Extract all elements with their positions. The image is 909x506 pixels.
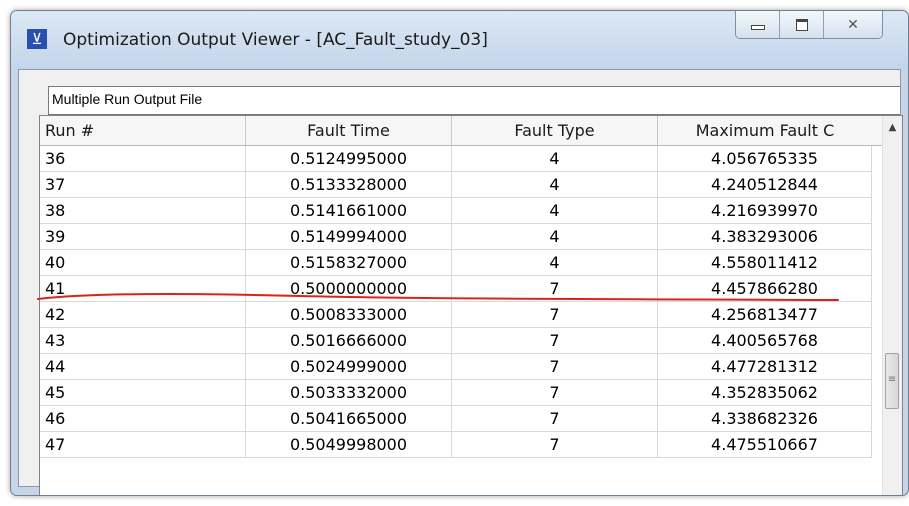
cell-fault-time[interactable]: 0.5008333000 <box>246 302 452 328</box>
cell-max-fault-current[interactable]: 4.400565768 <box>658 328 872 354</box>
cell-max-fault-current[interactable]: 4.477281312 <box>658 354 872 380</box>
table-row[interactable]: 36 0.5124995000 4 4.056765335 <box>40 146 872 172</box>
maximize-button[interactable] <box>780 11 824 38</box>
cell-fault-time[interactable]: 0.5124995000 <box>246 146 452 172</box>
close-button[interactable]: ✕ <box>824 11 882 38</box>
results-table[interactable]: Run # Fault Time Fault Type Maximum Faul… <box>39 115 903 495</box>
scroll-thumb[interactable]: ≡ <box>885 353 899 409</box>
cell-max-fault-current[interactable]: 4.475510667 <box>658 432 872 458</box>
cell-fault-time[interactable]: 0.5149994000 <box>246 224 452 250</box>
output-file-field[interactable]: Multiple Run Output File <box>48 86 900 115</box>
table-row[interactable]: 43 0.5016666000 7 4.400565768 <box>40 328 872 354</box>
table-row[interactable]: 37 0.5133328000 4 4.240512844 <box>40 172 872 198</box>
cell-fault-time[interactable]: 0.5016666000 <box>246 328 452 354</box>
app-icon[interactable]: ⊻ <box>27 29 47 49</box>
vertical-scrollbar[interactable]: ▲ ≡ ▼ <box>882 116 902 495</box>
cell-run[interactable]: 43 <box>40 328 246 354</box>
cell-max-fault-current[interactable]: 4.240512844 <box>658 172 872 198</box>
cell-fault-time[interactable]: 0.5158327000 <box>246 250 452 276</box>
cell-run[interactable]: 36 <box>40 146 246 172</box>
table-row[interactable]: 44 0.5024999000 7 4.477281312 <box>40 354 872 380</box>
column-header-max-fault-current[interactable]: Maximum Fault C <box>658 116 872 145</box>
minimize-icon <box>750 25 765 30</box>
cell-fault-type[interactable]: 7 <box>452 354 658 380</box>
minimize-button[interactable] <box>736 11 780 38</box>
cell-fault-time[interactable]: 0.5000000000 <box>246 276 452 302</box>
cell-run[interactable]: 46 <box>40 406 246 432</box>
table-row[interactable]: 40 0.5158327000 4 4.558011412 <box>40 250 872 276</box>
output-file-label: Multiple Run Output File <box>52 91 203 107</box>
table-row[interactable]: 45 0.5033332000 7 4.352835062 <box>40 380 872 406</box>
cell-run[interactable]: 45 <box>40 380 246 406</box>
cell-fault-time[interactable]: 0.5049998000 <box>246 432 452 458</box>
window-controls: ✕ <box>735 11 883 39</box>
cell-run[interactable]: 40 <box>40 250 246 276</box>
app-window: ⊻ Optimization Output Viewer - [AC_Fault… <box>10 10 909 496</box>
cell-run[interactable]: 41 <box>40 276 246 302</box>
close-icon: ✕ <box>847 16 859 33</box>
cell-max-fault-current[interactable]: 4.352835062 <box>658 380 872 406</box>
client-area: Multiple Run Output File Run # Fault Tim… <box>18 69 903 495</box>
scroll-up-icon[interactable]: ▲ <box>883 118 902 137</box>
cell-fault-type[interactable]: 4 <box>452 250 658 276</box>
cell-run[interactable]: 47 <box>40 432 246 458</box>
cell-fault-type[interactable]: 7 <box>452 276 658 302</box>
column-header-run[interactable]: Run # <box>40 116 246 145</box>
cell-fault-time[interactable]: 0.5024999000 <box>246 354 452 380</box>
cell-fault-type[interactable]: 7 <box>452 380 658 406</box>
table-row[interactable]: 47 0.5049998000 7 4.475510667 <box>40 432 872 458</box>
column-header-fault-time[interactable]: Fault Time <box>246 116 452 145</box>
title-bar[interactable]: ⊻ Optimization Output Viewer - [AC_Fault… <box>11 11 908 69</box>
table-row[interactable]: 39 0.5149994000 4 4.383293006 <box>40 224 872 250</box>
cell-max-fault-current[interactable]: 4.216939970 <box>658 198 872 224</box>
cell-run[interactable]: 42 <box>40 302 246 328</box>
cell-run[interactable]: 37 <box>40 172 246 198</box>
cell-fault-type[interactable]: 7 <box>452 432 658 458</box>
table-row[interactable]: 46 0.5041665000 7 4.338682326 <box>40 406 872 432</box>
cell-max-fault-current[interactable]: 4.383293006 <box>658 224 872 250</box>
cell-fault-time[interactable]: 0.5133328000 <box>246 172 452 198</box>
cell-fault-type[interactable]: 4 <box>452 146 658 172</box>
cell-max-fault-current[interactable]: 4.338682326 <box>658 406 872 432</box>
table-row[interactable]: 41 0.5000000000 7 4.457866280 <box>40 276 872 302</box>
cell-max-fault-current[interactable]: 4.256813477 <box>658 302 872 328</box>
cell-fault-time[interactable]: 0.5141661000 <box>246 198 452 224</box>
cell-fault-type[interactable]: 7 <box>452 406 658 432</box>
cell-run[interactable]: 39 <box>40 224 246 250</box>
cell-fault-type[interactable]: 7 <box>452 328 658 354</box>
grip-icon: ≡ <box>887 374 897 385</box>
cell-fault-time[interactable]: 0.5041665000 <box>246 406 452 432</box>
column-header-fault-type[interactable]: Fault Type <box>452 116 658 145</box>
cell-fault-type[interactable]: 4 <box>452 224 658 250</box>
table-row[interactable]: 38 0.5141661000 4 4.216939970 <box>40 198 872 224</box>
cell-fault-time[interactable]: 0.5033332000 <box>246 380 452 406</box>
cell-fault-type[interactable]: 7 <box>452 302 658 328</box>
cell-max-fault-current[interactable]: 4.056765335 <box>658 146 872 172</box>
window-title: Optimization Output Viewer - [AC_Fault_s… <box>63 30 488 50</box>
cell-fault-type[interactable]: 4 <box>452 172 658 198</box>
cell-run[interactable]: 44 <box>40 354 246 380</box>
cell-max-fault-current[interactable]: 4.558011412 <box>658 250 872 276</box>
table-body: 36 0.5124995000 4 4.056765335 37 0.51333… <box>40 146 872 458</box>
cell-max-fault-current[interactable]: 4.457866280 <box>658 276 872 302</box>
cell-fault-type[interactable]: 4 <box>452 198 658 224</box>
maximize-icon <box>795 18 808 31</box>
table-row[interactable]: 42 0.5008333000 7 4.256813477 <box>40 302 872 328</box>
table-header: Run # Fault Time Fault Type Maximum Faul… <box>40 116 883 146</box>
cell-run[interactable]: 38 <box>40 198 246 224</box>
